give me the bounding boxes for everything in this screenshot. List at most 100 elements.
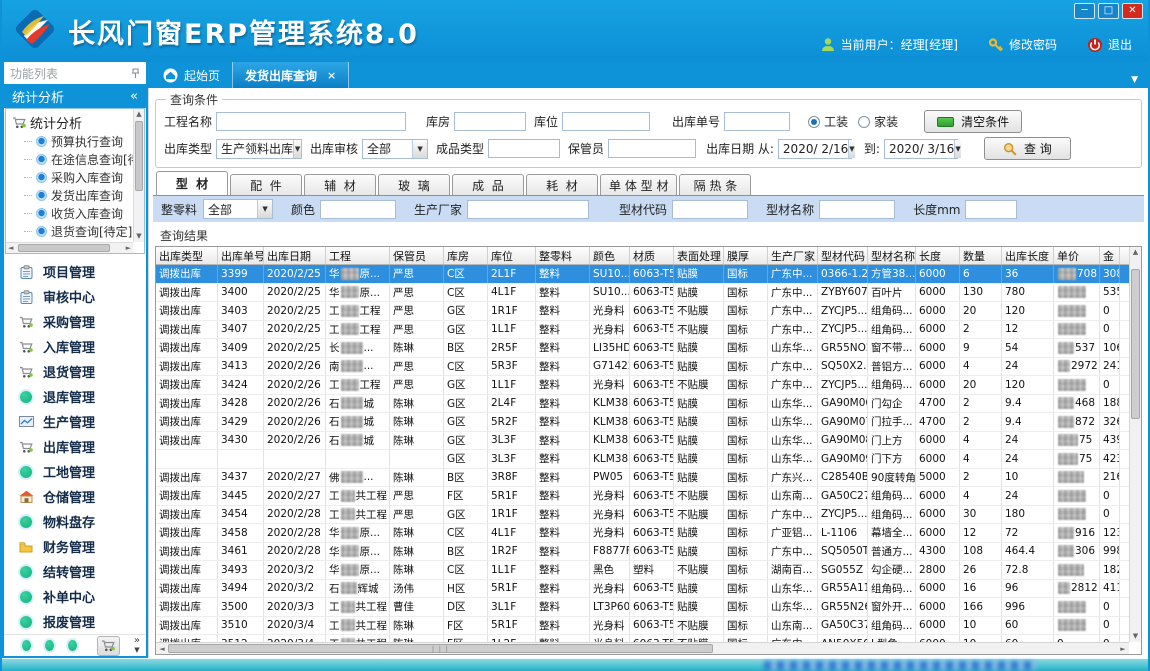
scroll-left-icon[interactable]: ◄ [156,643,168,654]
product-type-input[interactable] [488,139,560,158]
material-tab[interactable]: 玻 璃 [378,174,450,195]
close-button[interactable]: ✕ [1122,3,1143,19]
column-header[interactable]: 库位 [488,247,536,264]
material-tab[interactable]: 单 体 型 材 [600,174,677,195]
column-header[interactable]: 长度 [916,247,960,264]
column-header[interactable]: 型材代码 [818,247,868,264]
sidebar-item[interactable]: 补单中心 [4,584,146,609]
column-header[interactable]: 出库长度 [1002,247,1054,264]
sidebar-item[interactable]: 工地管理 [4,459,146,484]
column-header[interactable]: 膜厚 [724,247,768,264]
column-header[interactable]: 单价 [1054,247,1100,264]
table-row[interactable]: 调拨出库33992020/2/25华原...严思C区2L1F整料SU10...6… [156,265,1129,284]
maximize-button[interactable]: □ [1098,3,1119,19]
table-row[interactable]: 调拨出库34372020/2/27佛...陈琳B区3R8F整料PW056063-… [156,469,1129,488]
table-row[interactable]: 调拨出库34132020/2/26南...严思C区5R3F整料G71422606… [156,358,1129,377]
material-tab[interactable]: 型 材 [156,171,228,195]
sidebar-item[interactable]: 退库管理 [4,384,146,409]
scroll-up-icon[interactable]: ▲ [1130,247,1141,258]
scroll-down-icon[interactable]: ▼ [1130,631,1141,642]
tree-item[interactable]: 退货查询[待定] [12,222,144,240]
material-tab[interactable]: 耗 材 [526,174,598,195]
column-header[interactable]: 生产厂家 [768,247,818,264]
tree-item[interactable]: 在途信息查询[待 [12,150,144,168]
tab-shipment-outbound-query[interactable]: 发货出库查询 × [232,62,349,88]
column-header[interactable]: 出库单号 [218,247,264,264]
change-password-button[interactable]: 修改密码 [988,36,1057,53]
project-name-input[interactable] [216,112,406,131]
tab-home[interactable]: 起始页 [151,62,232,88]
manufacturer-input[interactable] [467,200,589,219]
dot-icon[interactable] [68,640,77,651]
table-row[interactable]: 调拨出库34282020/2/26石城陈琳G区2L4F整料KLM38176063… [156,395,1129,414]
outbound-audit-select[interactable]: 全部 ▼ [362,139,428,159]
tree-item[interactable]: 发货出库查询 [12,186,144,204]
color-input[interactable] [320,200,396,219]
scrollbar-thumb[interactable] [135,121,143,191]
material-tab[interactable]: 辅 材 [304,174,376,195]
column-header[interactable]: 颜色 [590,247,630,264]
column-header[interactable]: 数量 [960,247,1002,264]
scroll-down-icon[interactable]: ▼ [134,231,144,242]
scroll-right-icon[interactable]: ► [1117,643,1129,654]
sidebar-item[interactable]: 报废管理 [4,609,146,634]
sidebar-item[interactable]: 入库管理 [4,334,146,359]
column-header[interactable]: 表面处理 [674,247,724,264]
column-header[interactable]: 保管员 [390,247,444,264]
scrollbar-thumb[interactable] [18,244,110,252]
table-row[interactable]: 调拨出库34302020/2/26石城陈琳G区3L3F整料KLM38176063… [156,432,1129,451]
keeper-input[interactable] [608,139,696,158]
date-from-picker[interactable]: 2020/ 2/16 ▼ [778,139,852,159]
whole-piece-select[interactable]: 全部 ▼ [203,199,273,219]
sidebar-item[interactable]: 采购管理 [4,309,146,334]
length-mm-input[interactable] [965,200,1017,219]
collapse-icon[interactable]: « [130,89,138,104]
radio-gongzhuang[interactable]: 工装 [808,113,848,130]
column-header[interactable]: 材质 [630,247,674,264]
material-tab[interactable]: 成 品 [452,174,524,195]
material-tab[interactable]: 隔 热 条 [679,174,751,195]
date-to-picker[interactable]: 2020/ 3/16 ▼ [884,139,958,159]
sidebar-item[interactable]: 财务管理 [4,534,146,559]
pin-icon[interactable] [131,68,140,79]
table-row[interactable]: 调拨出库35002020/3/3工共工程曹佳D区3L1F整料LT3P606063… [156,598,1129,617]
table-row[interactable]: 调拨出库34452020/2/27工共工程严思F区5R1F整料光身料6063-T… [156,487,1129,506]
cart-shortcut-button[interactable] [97,636,120,656]
table-row[interactable]: G区3L3F整料KLM38176063-T5贴膜国标山东华...GA90M09.… [156,450,1129,469]
column-header[interactable]: 库房 [444,247,488,264]
outbound-order-no-input[interactable] [724,112,790,131]
table-row[interactable]: 调拨出库34932020/3/2华原...陈琳C区1L1F整料黑色塑料不贴膜国标… [156,561,1129,580]
sidebar-item[interactable]: 仓储管理 [4,484,146,509]
table-row[interactable]: 调拨出库34242020/2/26工工程严思G区1L1F整料光身料6063-T5… [156,376,1129,395]
table-row[interactable]: 调拨出库34002020/2/25华原...严思C区4L1F整料SU10...6… [156,284,1129,303]
sidebar-item[interactable]: 物料盘存 [4,509,146,534]
table-row[interactable]: 调拨出库34032020/2/25工工程严思G区1R1F整料光身料6063-T5… [156,302,1129,321]
scrollbar-thumb[interactable] [1131,269,1140,419]
table-row[interactable]: 调拨出库34542020/2/28工共工程严思G区1R1F整料光身料6063-T… [156,506,1129,525]
sidebar-group-header[interactable]: 统计分析 « [4,84,146,108]
sidebar-item[interactable]: 出库管理 [4,434,146,459]
grid-horizontal-scrollbar[interactable]: ◄ ❘❘❘ ► [156,642,1129,654]
profile-name-input[interactable] [819,200,895,219]
sidebar-item[interactable]: 项目管理 [4,259,146,284]
table-row[interactable]: 调拨出库34292020/2/26石城陈琳G区5R2F整料KLM38176063… [156,413,1129,432]
scroll-left-icon[interactable]: ◄ [8,243,13,254]
dot-icon[interactable] [22,640,31,651]
tree-vertical-scrollbar[interactable]: ▲ ▼ [133,109,144,242]
column-header[interactable]: 型材名称 [868,247,916,264]
more-buttons-chevron[interactable]: » ▼ [134,636,140,655]
logout-button[interactable]: 退出 [1087,36,1132,53]
tree-item[interactable]: 收货入库查询 [12,204,144,222]
sidebar-item[interactable]: 退货管理 [4,359,146,384]
scrollbar-thumb[interactable]: ❘❘❘ [168,644,713,653]
clear-conditions-button[interactable]: 清空条件 [924,110,1022,133]
tree-item[interactable]: 采购入库查询 [12,168,144,186]
profile-code-input[interactable] [672,200,748,219]
radio-jiazhuang[interactable]: 家装 [858,113,898,130]
sidebar-item[interactable]: 生产管理 [4,409,146,434]
outbound-type-select[interactable]: 生产领料出库 ▼ [216,139,302,159]
grid-vertical-scrollbar[interactable]: ▲ ▼ [1129,247,1141,642]
column-header[interactable]: 整零料 [536,247,590,264]
material-tab[interactable]: 配 件 [230,174,302,195]
column-header[interactable]: 出库日期 [264,247,326,264]
